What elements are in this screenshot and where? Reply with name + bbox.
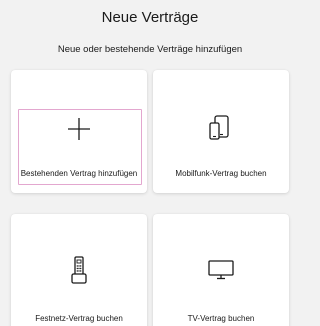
add-existing-contract-card[interactable]: Bestehenden Vertrag hinzufügen <box>11 70 147 193</box>
book-mobile-contract-label: Mobilfunk-Vertrag buchen <box>175 169 267 178</box>
page-title: Neue Verträge <box>101 9 199 26</box>
book-landline-contract-label: Festnetz-Vertrag buchen <box>35 314 123 323</box>
mobile-phones-icon <box>209 115 229 140</box>
book-tv-contract-card[interactable]: TV-Vertrag buchen <box>153 214 289 326</box>
tv-icon <box>208 260 234 280</box>
new-contracts-page: Neue Verträge Neue oder bestehende Vertr… <box>0 0 300 326</box>
page-subtitle: Neue oder bestehende Verträge hinzufügen <box>57 44 243 55</box>
add-existing-contract-label: Bestehenden Vertrag hinzufügen <box>20 169 138 178</box>
plus-icon <box>68 118 90 140</box>
book-landline-contract-card[interactable]: Festnetz-Vertrag buchen <box>11 214 147 326</box>
landline-phone-icon <box>71 256 87 284</box>
book-mobile-contract-card[interactable]: Mobilfunk-Vertrag buchen <box>153 70 289 193</box>
book-tv-contract-label: TV-Vertrag buchen <box>187 314 255 323</box>
